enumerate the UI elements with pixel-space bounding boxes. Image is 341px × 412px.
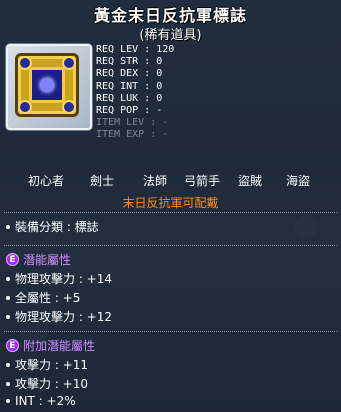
bonus-potential-line: 攻擊力 : +11 [4,356,88,373]
bonus-potential-line: INT : +2% [4,394,76,408]
bullet-icon [6,398,10,403]
potential-title: 潛能屬性 [23,253,72,267]
bullet-icon [6,295,10,300]
requirement-value: - [156,105,163,117]
job-thief: 盜賊 [238,174,263,188]
requirement-value: 0 [156,68,163,80]
bonus-potential-title: 附加潛能屬性 [23,339,96,353]
potential-line: 全屬性 : +5 [4,289,80,306]
job-list: 初心者 劍士 法師 弓箭手 盜賊 海盜 [0,172,341,188]
requirement-row: ITEM LEV : - [96,117,169,129]
requirement-label: REQ INT [96,80,139,92]
divider [4,245,337,246]
requirement-row: REQ POP : - [96,105,163,117]
bullet-icon [6,224,10,229]
divider [4,212,337,213]
divider [4,331,337,332]
bullet-icon [6,362,10,367]
job-beginner: 初心者 [28,174,65,188]
emblem-icon [15,53,79,117]
bonus-potential-line: 攻擊力 : +10 [4,375,88,392]
requirements-list: REQ LEV : 120 REQ STR : 0 REQ DEX : 0 REQ I… [96,44,174,142]
requirement-row: REQ LEV : 120 [96,44,175,55]
requirement-row: ITEM EXP : - [96,129,169,141]
potential-rank-icon: E [6,253,19,266]
requirement-label: REQ LEV [96,44,139,55]
equip-type-text: 裝備分類 : 標誌 [15,220,99,234]
requirement-value: - [162,129,169,141]
requirement-label: REQ STR [96,56,139,68]
requirement-label: REQ LUK [96,92,139,104]
job-archer: 弓箭手 [184,174,221,188]
bullet-icon [6,314,10,319]
requirement-row: REQ DEX : 0 [96,68,163,80]
requirement-row: REQ INT : 0 [96,80,163,92]
bullet-icon [6,276,10,281]
potential-line: 物理攻擊力 : +12 [4,308,112,325]
item-tooltip: 黃金末日反抗軍標誌 (稀有道具) REQ LEV : 120 REQ STR : … [0,0,341,412]
job-magician: 法師 [143,174,168,188]
requirement-row: REQ LUK : 0 [96,92,163,104]
requirement-label: REQ DEX [96,68,139,80]
requirement-row: REQ STR : 0 [96,56,163,68]
requirement-value: - [162,117,169,129]
requirement-label: REQ POP [96,105,139,117]
equip-type-line: 裝備分類 : 標誌 [4,218,99,235]
requirement-label: ITEM LEV [96,117,145,129]
item-icon-frame [6,44,92,130]
item-name: 黃金末日反抗軍標誌 [93,6,247,25]
bullet-icon [6,381,10,386]
requirement-value: 0 [156,80,163,92]
requirement-value: 0 [156,56,163,68]
job-pirate: 海盜 [286,174,311,188]
job-warrior: 劍士 [90,174,115,188]
requirement-value: 0 [156,92,163,104]
bonus-potential-rank-icon: E [6,339,19,352]
equip-restriction-notice: 末日反抗軍可配戴 [122,196,219,210]
requirement-label: ITEM EXP [96,129,145,141]
bonus-potential-header: E 附加潛能屬性 [4,337,95,354]
potential-line: 物理攻擊力 : +14 [4,270,112,287]
potential-header: E 潛能屬性 [4,251,71,268]
item-rarity: (稀有道具) [139,28,202,43]
requirement-value: 120 [156,44,175,55]
